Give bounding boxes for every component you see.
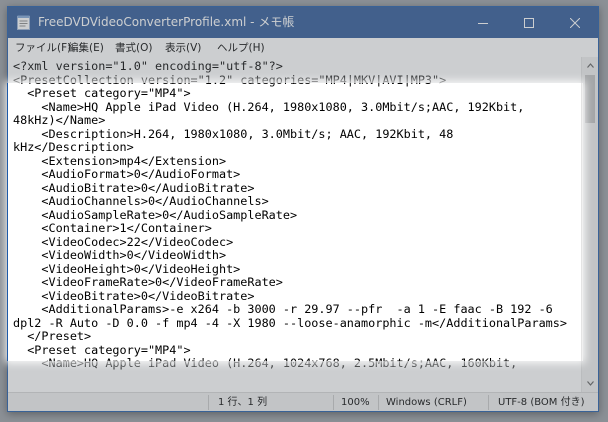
status-divider	[208, 395, 209, 410]
status-bar: 1 行、1 列 100% Windows (CRLF) UTF-8 (BOM 付…	[8, 392, 598, 411]
text-line: <AudioChannels>0</AudioChannels>	[13, 194, 269, 208]
text-line: <AudioSampleRate>0</AudioSampleRate>	[13, 207, 298, 222]
text-line: kHz</Description>	[13, 140, 134, 154]
text-editor-area[interactable]: <?xml version="1.0" encoding="utf-8"?> <P…	[8, 57, 581, 392]
line-ending: Windows (CRLF)	[386, 397, 467, 408]
text-line: <Name>HQ Apple iPad Video (H.264, 1980x1…	[13, 99, 525, 114]
text-line: <Extension>mp4</Extension>	[13, 153, 227, 168]
text-line: <VideoFrameRate>0</VideoFrameRate>	[13, 275, 283, 289]
vertical-scrollbar[interactable]	[581, 57, 598, 392]
text-line: <AudioFormat>0</AudioFormat>	[13, 167, 241, 181]
menu-view[interactable]: 表示(V)	[163, 41, 203, 55]
close-icon	[570, 17, 580, 28]
minimize-button[interactable]	[460, 7, 506, 38]
menu-bar: ファイル(F) 編集(E) 書式(O) 表示(V) ヘルプ(H)	[8, 38, 598, 57]
text-line: <VideoHeight>0</VideoHeight>	[13, 261, 241, 276]
minimize-icon	[478, 22, 488, 24]
text-line: </Preset>	[13, 329, 92, 343]
scroll-up-button[interactable]	[582, 57, 598, 74]
window-title: FreeDVDVideoConverterProfile.xml - メモ帳	[38, 15, 295, 29]
text-line: dpl2 -R Auto -D 0.0 -f mp4 -4 -X 1980 --…	[13, 315, 567, 330]
chevron-up-icon	[587, 63, 594, 68]
maximize-button[interactable]	[506, 7, 552, 38]
status-divider	[378, 395, 379, 410]
text-line: <VideoBitrate>0</VideoBitrate>	[13, 288, 255, 303]
chevron-down-icon	[587, 381, 594, 386]
text-line: <PresetCollection version="1.2" categori…	[13, 72, 447, 87]
notepad-window: FreeDVDVideoConverterProfile.xml - メモ帳 フ…	[7, 6, 599, 412]
text-encoding: UTF-8 (BOM 付き)	[498, 397, 585, 408]
scroll-thumb[interactable]	[585, 75, 595, 123]
close-button[interactable]	[552, 7, 598, 38]
notepad-app-icon	[17, 15, 30, 30]
menu-edit[interactable]: 編集(E)	[66, 41, 106, 55]
menu-format[interactable]: 書式(O)	[113, 41, 154, 55]
maximize-icon	[524, 17, 534, 28]
text-line: <AudioBitrate>0</AudioBitrate>	[13, 180, 255, 195]
text-line: <Preset category="MP4">	[13, 342, 191, 357]
text-line: <Preset category="MP4">	[13, 86, 191, 100]
menu-help[interactable]: ヘルプ(H)	[215, 41, 267, 55]
text-line: <?xml version="1.0" encoding="utf-8"?>	[13, 59, 283, 73]
text-line: <VideoCodec>22</VideoCodec>	[13, 234, 234, 249]
document-text: <?xml version="1.0" encoding="utf-8"?> <P…	[13, 59, 579, 371]
scroll-down-button[interactable]	[582, 375, 598, 392]
text-line: <AdditionalParams>-e x264 -b 3000 -r 29.…	[13, 302, 553, 316]
text-line: <Name>HQ Apple iPad Video (H.264, 1024x7…	[13, 356, 518, 370]
text-line: 48kHz)</Name>	[13, 113, 106, 127]
text-line: <Description>H.264, 1980x1080, 3.0Mbit/s…	[13, 126, 454, 141]
zoom-level: 100%	[341, 397, 370, 408]
cursor-position: 1 行、1 列	[218, 397, 268, 408]
text-line: <Container>1</Container>	[13, 221, 212, 235]
title-bar[interactable]: FreeDVDVideoConverterProfile.xml - メモ帳	[8, 7, 598, 38]
menu-file[interactable]: ファイル(F)	[13, 41, 73, 55]
highlight-overlay-left	[0, 83, 7, 361]
status-divider	[488, 395, 489, 410]
text-line: <VideoWidth>0</VideoWidth>	[13, 248, 227, 262]
status-divider	[333, 395, 334, 410]
